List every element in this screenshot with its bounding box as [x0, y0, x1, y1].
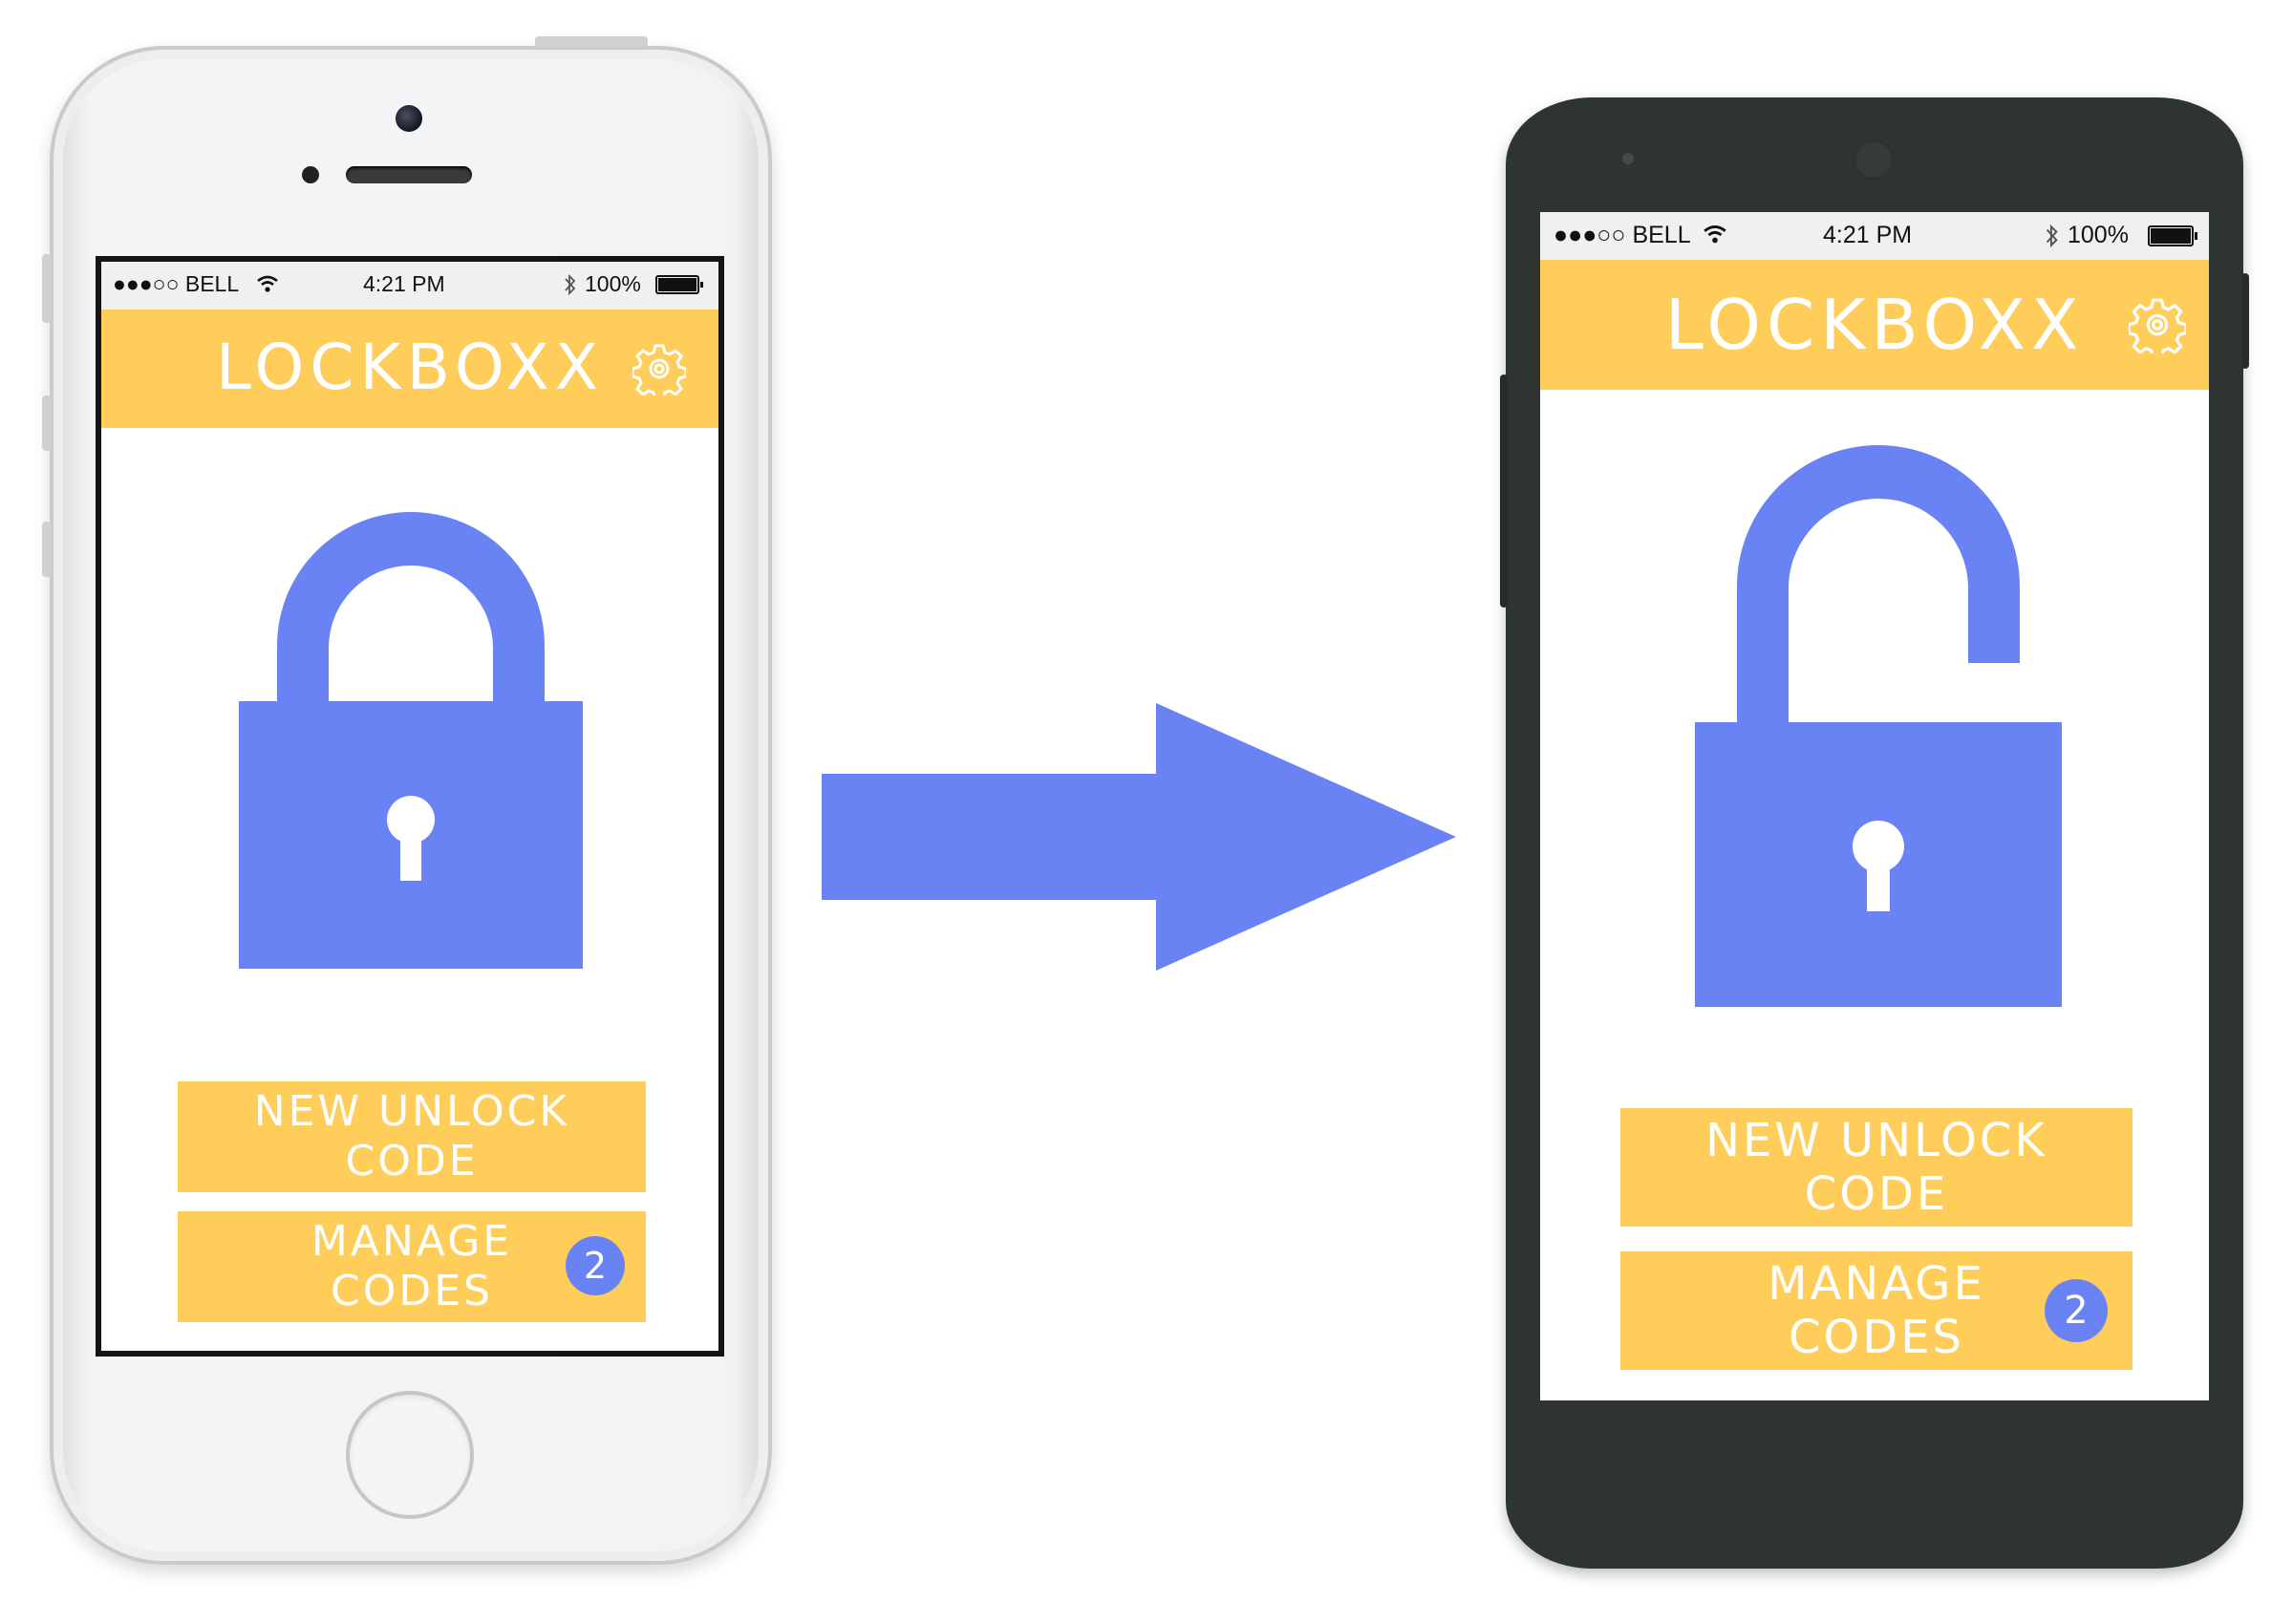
wifi-icon [1704, 225, 1726, 244]
iphone-front-camera-icon [396, 105, 422, 132]
new-unlock-code-button[interactable]: NEW UNLOCK CODE [178, 1081, 646, 1192]
app-header: LOCKBOXX [101, 310, 718, 428]
manage-codes-button[interactable]: MANAGE CODES 2 [178, 1211, 646, 1322]
closed-padlock-icon [239, 512, 583, 969]
gear-icon[interactable] [2129, 296, 2186, 353]
bluetooth-icon [565, 273, 576, 296]
clock: 4:21 PM [363, 271, 445, 296]
app-title: LOCKBOXX [215, 331, 604, 404]
right-arrow-icon [822, 703, 1456, 971]
gear-icon[interactable] [632, 342, 686, 395]
iphone-volume-up [42, 395, 52, 451]
manage-codes-button[interactable]: MANAGE CODES 2 [1620, 1251, 2132, 1370]
new-unlock-code-button[interactable]: NEW UNLOCK CODE [1620, 1108, 2132, 1227]
android-volume-button [1500, 374, 1508, 608]
status-bar: ●●●○○ BELL 4:21 PM 100% [1540, 212, 2209, 260]
iphone-speaker [346, 166, 472, 183]
app-header: LOCKBOXX [1540, 260, 2209, 390]
android-power-button [2241, 273, 2249, 369]
carrier-signal: ●●●○○ BELL [1554, 222, 1691, 248]
android-screen: ●●●○○ BELL 4:21 PM 100% LOCKBOXX NEW UNL… [1540, 212, 2209, 1400]
iphone-volume-down [42, 522, 52, 577]
wifi-icon [257, 275, 278, 292]
iphone-sensor [302, 166, 319, 183]
android-sensor [1622, 153, 1634, 164]
clock: 4:21 PM [1823, 222, 1913, 248]
app-title: LOCKBOXX [1664, 285, 2085, 365]
status-bar: ●●●○○ BELL 4:21 PM 100% [101, 262, 718, 310]
battery-percent: 100% [2068, 222, 2129, 248]
manage-codes-count-badge: 2 [566, 1236, 625, 1295]
battery-icon [655, 275, 703, 294]
iphone-silent-switch [42, 254, 52, 323]
manage-codes-count-badge: 2 [2045, 1279, 2108, 1342]
bluetooth-icon [2046, 224, 2058, 248]
android-front-camera-icon [1854, 139, 1894, 180]
iphone-power-button [535, 36, 648, 48]
battery-percent: 100% [585, 271, 641, 296]
open-padlock-icon [1695, 445, 2062, 1007]
carrier-signal: ●●●○○ BELL [113, 271, 240, 296]
iphone-screen: ●●●○○ BELL 4:21 PM 100% LOCKBOXX NEW UNL… [96, 256, 724, 1357]
battery-icon [2148, 225, 2197, 246]
iphone-home-button[interactable] [346, 1391, 474, 1519]
